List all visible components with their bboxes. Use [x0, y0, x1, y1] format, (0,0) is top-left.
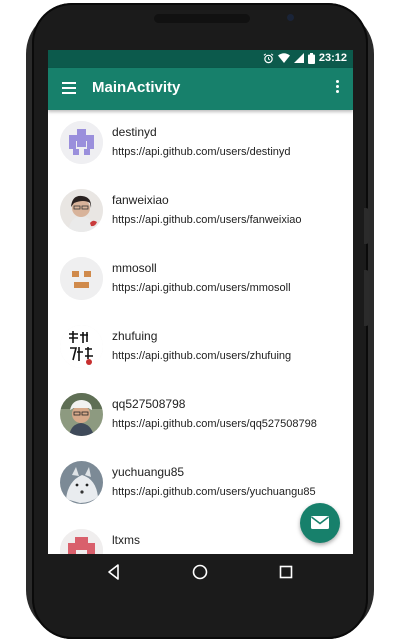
more-vert-icon[interactable] — [336, 80, 339, 95]
volume-button — [364, 208, 369, 244]
user-url: https://api.github.com/users/mmosoll — [112, 282, 291, 294]
user-login: qq527508798 — [112, 397, 186, 411]
hamburger-icon[interactable] — [62, 82, 76, 94]
status-clock: 23:12 — [318, 52, 347, 64]
user-login: yuchuangu85 — [112, 465, 185, 479]
back-icon[interactable] — [104, 562, 124, 582]
home-icon[interactable] — [190, 562, 210, 582]
avatar — [60, 325, 103, 368]
user-login: ltxms — [112, 533, 140, 547]
user-url: https://api.github.com/users/zhufuing — [112, 350, 292, 362]
avatar — [60, 189, 103, 232]
user-login: mmosoll — [112, 261, 157, 275]
email-icon — [311, 516, 329, 529]
signal-icon — [293, 53, 304, 63]
recents-icon[interactable] — [276, 562, 296, 582]
power-button — [364, 270, 369, 326]
battery-icon — [307, 52, 315, 64]
avatar — [60, 529, 103, 554]
avatar — [60, 461, 103, 504]
wifi-icon — [277, 53, 290, 63]
user-login: fanweixiao — [112, 193, 169, 207]
user-login: zhufuing — [112, 329, 158, 343]
status-bar: 23:12 — [48, 50, 353, 68]
user-url: https://api.github.com/users/destinyd — [112, 146, 291, 158]
navigation-bar — [48, 554, 353, 591]
user-login: destinyd — [112, 125, 157, 139]
user-url: https://api.github.com/users/fanweixiao — [112, 214, 302, 226]
avatar — [60, 393, 103, 436]
list-item[interactable]: destinyd https://api.github.com/users/de… — [48, 110, 353, 178]
app-title: MainActivity — [92, 79, 181, 96]
list-item[interactable]: qq527508798 https://api.github.com/users… — [48, 382, 353, 450]
screen: 23:12 MainActivity destinyd https://api.… — [48, 50, 353, 554]
list-item[interactable]: mmosoll https://api.github.com/users/mmo… — [48, 246, 353, 314]
user-list: destinyd https://api.github.com/users/de… — [48, 110, 353, 554]
list-item[interactable]: fanweixiao https://api.github.com/users/… — [48, 178, 353, 246]
alarm-icon — [263, 53, 274, 63]
list-item[interactable]: zhufuing https://api.github.com/users/zh… — [48, 314, 353, 382]
speaker — [154, 14, 250, 23]
avatar — [60, 257, 103, 300]
front-camera — [287, 14, 294, 21]
email-fab[interactable] — [300, 503, 340, 543]
avatar — [60, 121, 103, 164]
user-url: https://api.github.com/users/yuchuangu85 — [112, 486, 316, 498]
user-url: https://api.github.com/users/qq527508798 — [112, 418, 317, 430]
toolbar: MainActivity — [48, 68, 353, 110]
